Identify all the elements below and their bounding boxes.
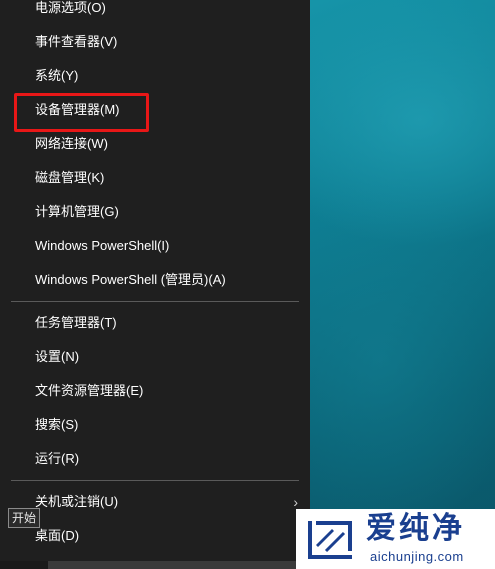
menu-item-label: 文件资源管理器(E) (35, 383, 144, 398)
menu-item-desktop[interactable]: 桌面(D) (0, 520, 310, 552)
menu-item-disk-management[interactable]: 磁盘管理(K) (0, 162, 310, 194)
menu-item-settings[interactable]: 设置(N) (0, 341, 310, 373)
menu-item-label: Windows PowerShell (管理员)(A) (35, 272, 226, 287)
watermark-url: aichunjing.com (370, 549, 464, 564)
tooltip-text: 开始 (11, 511, 36, 525)
menu-item-label: 任务管理器(T) (35, 315, 117, 330)
menu-separator (11, 301, 299, 302)
menu-item-label: 电源选项(O) (35, 0, 106, 15)
menu-item-label: Windows PowerShell(I) (35, 238, 170, 253)
red-highlight-box (14, 93, 149, 132)
menu-item-task-manager[interactable]: 任务管理器(T) (0, 307, 310, 339)
menu-item-label: 网络连接(W) (35, 136, 108, 151)
winx-context-menu: 电源选项(O) 事件查看器(V) 系统(Y) 设备管理器(M) 网络连接(W) … (0, 0, 310, 569)
menu-item-label: 关机或注销(U) (35, 494, 119, 509)
start-tooltip: 开始 (8, 508, 40, 528)
menu-item-system[interactable]: 系统(Y) (0, 60, 310, 92)
menu-item-shutdown-signout[interactable]: 关机或注销(U) › (0, 486, 310, 518)
menu-item-power-options[interactable]: 电源选项(O) (0, 0, 310, 24)
menu-separator (11, 480, 299, 481)
watermark-logo-icon (308, 521, 352, 559)
menu-item-label: 系统(Y) (35, 68, 79, 83)
menu-item-powershell-admin[interactable]: Windows PowerShell (管理员)(A) (0, 264, 310, 296)
menu-item-label: 磁盘管理(K) (35, 170, 105, 185)
menu-item-powershell[interactable]: Windows PowerShell(I) (0, 230, 310, 262)
menu-item-label: 设置(N) (35, 349, 80, 364)
menu-item-label: 运行(R) (35, 451, 80, 466)
watermark: 爱纯净 aichunjing.com (296, 509, 495, 569)
menu-item-label: 桌面(D) (35, 528, 80, 543)
menu-item-label: 事件查看器(V) (35, 34, 118, 49)
taskbar-active-segment (48, 561, 302, 569)
menu-item-search[interactable]: 搜索(S) (0, 409, 310, 441)
menu-item-file-explorer[interactable]: 文件资源管理器(E) (0, 375, 310, 407)
watermark-name: 爱纯净 (366, 511, 465, 546)
menu-item-computer-management[interactable]: 计算机管理(G) (0, 196, 310, 228)
menu-item-label: 计算机管理(G) (35, 204, 119, 219)
menu-item-event-viewer[interactable]: 事件查看器(V) (0, 26, 310, 58)
menu-item-run[interactable]: 运行(R) (0, 443, 310, 475)
menu-item-label: 搜索(S) (35, 417, 79, 432)
menu-item-network-connections[interactable]: 网络连接(W) (0, 128, 310, 160)
